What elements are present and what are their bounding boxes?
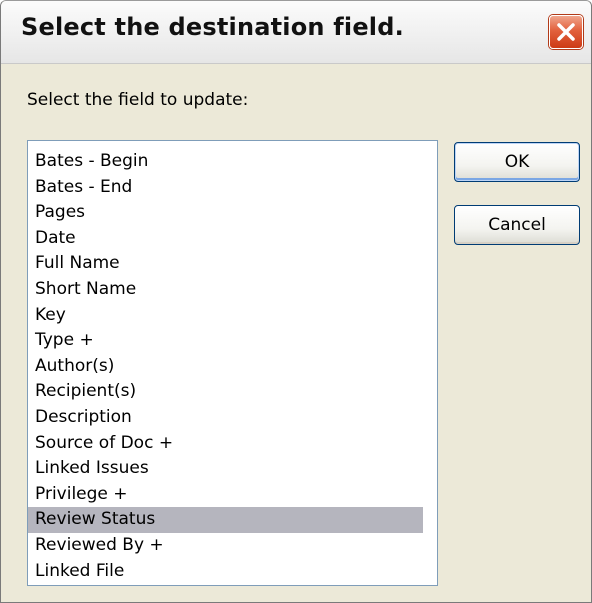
list-item[interactable]: Description [28,405,423,431]
close-button[interactable] [549,15,583,49]
dialog-content: Select the field to update: Bates - Begi… [1,64,591,602]
dialog-title: Select the destination field. [21,13,404,41]
list-item[interactable]: Type + [28,328,423,354]
list-item[interactable]: Privilege + [28,482,423,508]
list-item[interactable]: Linked File [28,559,423,585]
list-item[interactable]: Pages [28,200,423,226]
list-item[interactable]: Review Status [28,507,423,533]
list-item[interactable]: Full Name [28,251,423,277]
ok-button[interactable]: OK [454,142,580,182]
field-listbox[interactable]: Bates - Begin Bates - End Pages Date Full Na… [27,140,438,586]
list-item[interactable]: Bates - Begin [28,149,423,175]
list-item[interactable]: Author(s) [28,354,423,380]
list-item[interactable]: Linked Issues [28,456,423,482]
list-item[interactable]: Reviewed By + [28,533,423,559]
title-bar[interactable]: Select the destination field. [1,1,591,64]
list-item[interactable]: Bates - End [28,175,423,201]
list-item[interactable]: Date [28,226,423,252]
list-item[interactable]: Recipient(s) [28,379,423,405]
list-item[interactable]: Key [28,303,423,329]
close-icon [557,23,575,41]
cancel-button[interactable]: Cancel [454,205,580,245]
list-item[interactable]: Source of Doc + [28,431,423,457]
list-item[interactable]: Short Name [28,277,423,303]
dialog-window: Select the destination field. Select the… [0,0,592,603]
field-prompt-label: Select the field to update: [27,90,249,110]
